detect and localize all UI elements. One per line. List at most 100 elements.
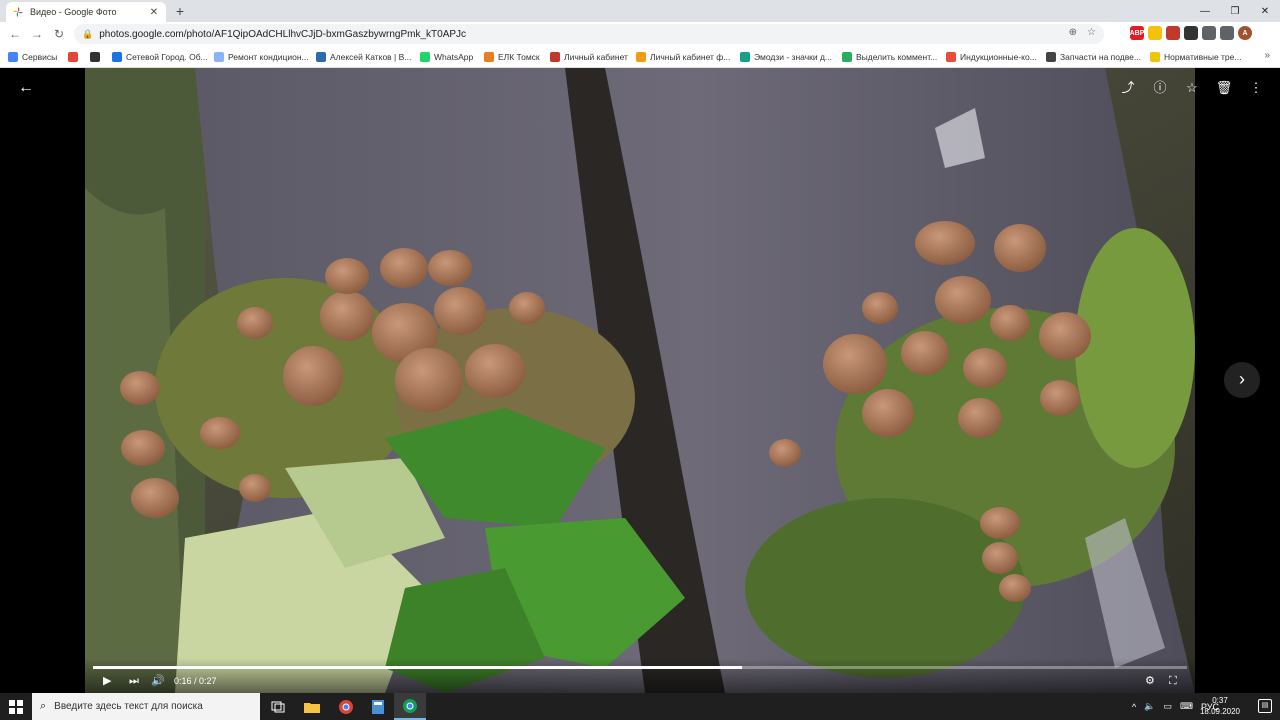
- bookmark-item[interactable]: Личный кабинет: [550, 50, 628, 64]
- bookmark-label: Индукционные-ко...: [960, 52, 1037, 62]
- extension-icon[interactable]: ABP: [1130, 26, 1144, 40]
- play-icon[interactable]: ▶: [103, 673, 111, 689]
- url-text: photos.google.com/photo/AF1QipOAdCHLlhvC…: [99, 28, 467, 40]
- viewer-back-icon[interactable]: ←: [16, 78, 36, 98]
- bookmark-favicon-icon: [636, 52, 646, 62]
- bookmark-item[interactable]: [90, 50, 104, 64]
- install-icon[interactable]: ⊕: [1069, 27, 1077, 38]
- tray-network-icon[interactable]: ▭: [1163, 701, 1172, 712]
- bookmark-item[interactable]: WhatsApp: [420, 50, 473, 64]
- notification-center-icon[interactable]: ▤: [1258, 699, 1272, 713]
- close-window-button[interactable]: ✕: [1250, 0, 1280, 22]
- bookmark-favicon-icon: [68, 52, 78, 62]
- bookmark-label: Личный кабинет ф...: [650, 52, 731, 62]
- more-options-icon[interactable]: ⋮: [1246, 78, 1266, 98]
- bookmark-favicon-icon: [842, 52, 852, 62]
- windows-taskbar: ⌕ Введите здесь текст для поиска ^ 🔈 ▭ ⌨…: [0, 693, 1280, 720]
- bookmark-item[interactable]: Личный кабинет ф...: [636, 50, 730, 64]
- bookmark-label: Сервисы: [22, 52, 58, 62]
- share-icon[interactable]: ⤴: [1118, 78, 1138, 98]
- bookmark-label: ЕЛК Томск: [498, 52, 540, 62]
- video-frame[interactable]: [85, 68, 1195, 693]
- tab-close-icon[interactable]: ✕: [148, 7, 160, 18]
- bookmark-item[interactable]: Сетевой Город. Об...: [112, 50, 208, 64]
- chrome-active-taskbar-icon[interactable]: [394, 693, 426, 720]
- bookmark-favicon-icon: [112, 52, 122, 62]
- tray-volume-icon[interactable]: 🔈: [1144, 701, 1155, 712]
- video-progress-bar[interactable]: [93, 666, 1187, 669]
- tab-title: Видео - Google Фото: [30, 7, 117, 17]
- bookmark-label: Запчасти на подве...: [1060, 52, 1141, 62]
- bookmark-label: Ремонт кондицион...: [228, 52, 309, 62]
- extension-icon[interactable]: [1202, 26, 1216, 40]
- video-progress-fill: [93, 666, 742, 669]
- tab-google-photos[interactable]: Видео - Google Фото ✕: [6, 2, 166, 22]
- chrome-taskbar-icon[interactable]: [330, 693, 362, 720]
- trash-icon[interactable]: 🗑: [1214, 78, 1234, 98]
- extension-icon[interactable]: [1166, 26, 1180, 40]
- bookmark-favicon-icon: [420, 52, 430, 62]
- bookmark-label: WhatsApp: [434, 52, 474, 62]
- tray-keyboard-icon[interactable]: ⌨: [1180, 701, 1193, 712]
- start-button[interactable]: [0, 693, 32, 720]
- extension-icon[interactable]: [1184, 26, 1198, 40]
- bookmark-item[interactable]: Эмодзи - значки д...: [740, 50, 832, 64]
- bookmark-favicon-icon: [8, 52, 18, 62]
- bookmark-favicon-icon: [1150, 52, 1160, 62]
- video-controls: ▶ ⏭ 🔊 0:16 / 0:27 ⚙ ⛶: [85, 658, 1195, 693]
- info-icon[interactable]: ⓘ: [1150, 78, 1170, 98]
- bookmark-favicon-icon: [550, 52, 560, 62]
- extension-icon[interactable]: [1220, 26, 1234, 40]
- minimize-button[interactable]: —: [1190, 0, 1220, 22]
- back-icon[interactable]: ←: [4, 23, 26, 45]
- bookmark-item[interactable]: Сервисы: [8, 50, 57, 64]
- bookmark-item[interactable]: Ремонт кондицион...: [214, 50, 309, 64]
- viewer-actions: ⤴ ⓘ ☆ 🗑 ⋮: [1118, 78, 1266, 98]
- mushroom-stump-image: [85, 68, 1195, 693]
- bookmark-item[interactable]: Индукционные-ко...: [946, 50, 1037, 64]
- clock-date: 18.09.2020: [1199, 707, 1241, 716]
- forward-icon[interactable]: →: [26, 23, 48, 45]
- taskbar-clock[interactable]: 0:37 18.09.2020: [1198, 695, 1242, 717]
- bookmark-label: Выделить коммент...: [856, 52, 938, 62]
- extension-icon[interactable]: A: [1238, 26, 1252, 40]
- bookmark-item[interactable]: ЕЛК Томск: [484, 50, 540, 64]
- new-tab-button[interactable]: +: [172, 3, 188, 19]
- file-explorer-icon[interactable]: [296, 693, 328, 720]
- bookmark-label: Нормативные тре...: [1164, 52, 1242, 62]
- tray-chevron-icon[interactable]: ^: [1132, 702, 1136, 712]
- volume-icon[interactable]: 🔊: [151, 673, 165, 689]
- bookmarks-overflow-icon[interactable]: »: [1264, 50, 1270, 61]
- bookmark-favicon-icon: [90, 52, 100, 62]
- fullscreen-icon[interactable]: ⛶: [1169, 673, 1177, 689]
- reload-icon[interactable]: ↻: [48, 23, 70, 45]
- next-photo-button[interactable]: ›: [1224, 362, 1260, 398]
- favorite-star-icon[interactable]: ☆: [1182, 78, 1202, 98]
- calculator-icon[interactable]: [362, 693, 394, 720]
- bookmark-star-icon[interactable]: ☆: [1087, 27, 1096, 38]
- video-time: 0:16 / 0:27: [174, 676, 217, 686]
- task-view-icon[interactable]: [262, 693, 294, 720]
- bookmark-favicon-icon: [946, 52, 956, 62]
- bookmark-favicon-icon: [740, 52, 750, 62]
- restore-button[interactable]: ❐: [1220, 0, 1250, 22]
- next-track-icon[interactable]: ⏭: [129, 673, 139, 689]
- clock-time: 0:37: [1212, 696, 1228, 705]
- bookmark-item[interactable]: Алексей Катков | В...: [316, 50, 411, 64]
- bookmark-label: Сетевой Город. Об...: [126, 52, 208, 62]
- search-icon: ⌕: [40, 700, 47, 712]
- search-placeholder: Введите здесь текст для поиска: [54, 701, 203, 712]
- bookmark-item[interactable]: Запчасти на подве...: [1046, 50, 1141, 64]
- settings-icon[interactable]: ⚙: [1145, 673, 1155, 689]
- bookmark-item[interactable]: Нормативные тре...: [1150, 50, 1241, 64]
- bookmark-item[interactable]: [68, 50, 82, 64]
- photo-viewer: ← ⤴ ⓘ ☆ 🗑 ⋮ › ▶ ⏭ 🔊 0:16 / 0:27 ⚙ ⛶: [0, 68, 1280, 693]
- bookmark-favicon-icon: [214, 52, 224, 62]
- taskbar-search-box[interactable]: ⌕ Введите здесь текст для поиска: [32, 693, 260, 720]
- extension-icon[interactable]: [1148, 26, 1162, 40]
- bookmark-item[interactable]: Выделить коммент...: [842, 50, 937, 64]
- bookmark-favicon-icon: [484, 52, 494, 62]
- address-bar[interactable]: 🔒 photos.google.com/photo/AF1QipOAdCHLlh…: [74, 24, 1104, 44]
- bookmark-label: Алексей Катков | В...: [330, 52, 412, 62]
- windows-logo-icon: [9, 699, 23, 714]
